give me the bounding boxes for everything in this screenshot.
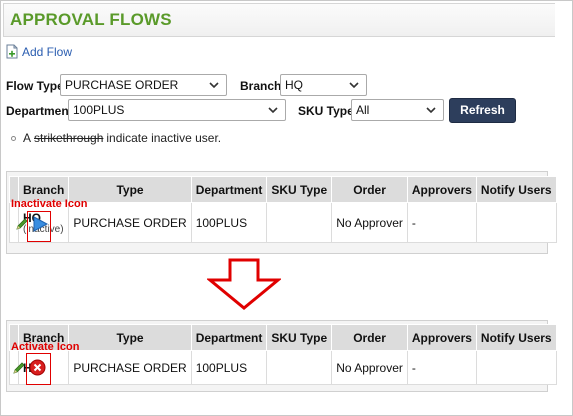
table-header-row: Branch Type Department SKU Type Order Ap… — [9, 324, 557, 351]
department-select[interactable]: 100PLUS — [68, 99, 286, 121]
activate-icon-callout: Activate Icon — [11, 341, 80, 353]
table-row: HQ (inactive) PURCHASE ORDER 100PLUS No … — [9, 202, 557, 243]
branch-label: Branch — [240, 79, 282, 93]
col-type-header: Type — [68, 324, 192, 351]
order-cell: No Approver — [331, 350, 408, 385]
col-order-header: Order — [331, 176, 408, 203]
order-cell: No Approver — [331, 202, 408, 243]
notify-users-cell — [475, 350, 557, 385]
after-flows-table: Branch Type Department SKU Type Order Ap… — [9, 324, 557, 385]
add-flow-label: Add Flow — [22, 44, 73, 59]
flow-type-value: PURCHASE ORDER — [65, 78, 179, 92]
sku-type-value: All — [356, 103, 370, 117]
col-notify-users-header: Notify Users — [475, 324, 557, 351]
chevron-down-icon — [426, 107, 436, 114]
branch-value: HQ — [285, 78, 303, 92]
note-suffix: indicate inactive user. — [106, 131, 222, 145]
bullet-icon — [11, 135, 16, 141]
row-actions — [9, 350, 46, 385]
table-header-row: Branch Type Department SKU Type Order Ap… — [9, 176, 557, 203]
col-department-header: Department — [190, 176, 268, 203]
type-cell: PURCHASE ORDER — [68, 350, 192, 385]
sku-type-cell — [266, 350, 333, 385]
department-label: Department — [6, 104, 73, 118]
department-value: 100PLUS — [73, 103, 125, 117]
approvers-cell: - — [406, 202, 477, 243]
inactivate-icon-highlight — [27, 211, 51, 242]
table-row: HQ PURCHASE ORDER 100PLUS No Approver - — [9, 350, 557, 385]
chevron-down-icon — [209, 82, 219, 89]
chevron-down-icon — [349, 82, 359, 89]
col-notify-users-header: Notify Users — [475, 176, 557, 203]
page-header: APPROVAL FLOWS — [3, 3, 555, 37]
flow-type-label: Flow Type — [6, 79, 64, 93]
col-approvers-header: Approvers — [406, 176, 477, 203]
inactivate-icon-callout: Inactivate Icon — [11, 198, 88, 210]
approvers-cell: - — [406, 350, 477, 385]
department-cell: 100PLUS — [190, 202, 268, 243]
col-order-header: Order — [331, 324, 408, 351]
col-department-header: Department — [190, 324, 268, 351]
sku-type-cell — [266, 202, 333, 243]
chevron-down-icon — [268, 107, 278, 114]
document-add-icon — [6, 44, 18, 59]
page-title: APPROVAL FLOWS — [10, 10, 172, 29]
add-flow-link[interactable]: Add Flow — [6, 44, 72, 59]
sku-type-label: SKU Type — [298, 104, 354, 118]
sku-type-select[interactable]: All — [351, 99, 444, 121]
refresh-button[interactable]: Refresh — [449, 98, 516, 123]
branch-select[interactable]: HQ — [280, 74, 367, 96]
before-flows-table: Branch Type Department SKU Type Order Ap… — [9, 176, 557, 243]
note-strikethrough-word: strikethrough — [34, 131, 104, 145]
activate-icon-highlight — [26, 353, 51, 385]
col-sku-type-header: SKU Type — [266, 324, 333, 351]
notify-users-cell — [475, 202, 557, 243]
note-prefix: A — [23, 131, 32, 145]
inactive-user-note: A strikethrough indicate inactive user. — [11, 131, 221, 145]
pencil-icon[interactable] — [12, 361, 26, 375]
department-cell: 100PLUS — [190, 350, 268, 385]
down-arrow-icon — [207, 258, 281, 310]
flow-type-select[interactable]: PURCHASE ORDER — [60, 74, 227, 96]
col-approvers-header: Approvers — [406, 324, 477, 351]
col-sku-type-header: SKU Type — [266, 176, 333, 203]
